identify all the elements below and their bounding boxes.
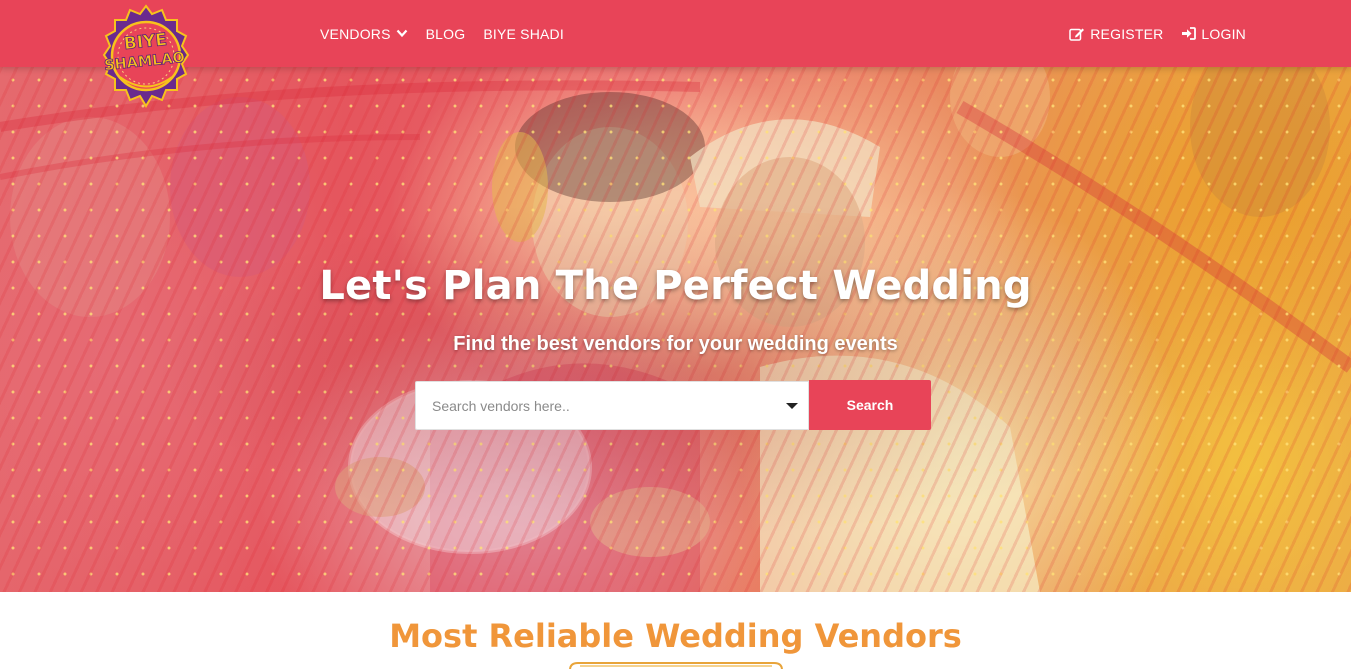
- nav-vendors-dropdown[interactable]: VENDORS: [320, 26, 408, 42]
- chevron-down-icon: [396, 29, 407, 38]
- logo-graphic: BIYE SHAMLAO: [102, 4, 190, 108]
- register-label: REGISTER: [1090, 25, 1164, 42]
- login-label: LOGIN: [1201, 25, 1246, 42]
- register-link[interactable]: REGISTER: [1069, 26, 1163, 42]
- top-navbar: VENDORS BLOG BIYE SHADI REGISTER LOGIN: [0, 0, 1351, 67]
- nav-biye-shadi-label: BIYE SHADI: [483, 25, 564, 42]
- section-title: Most Reliable Wedding Vendors: [389, 617, 962, 655]
- login-link[interactable]: LOGIN: [1181, 26, 1246, 42]
- nav-vendors-label: VENDORS: [320, 25, 391, 42]
- hero-banner: Let's Plan The Perfect Wedding Find the …: [0, 67, 1351, 592]
- nav-blog-link[interactable]: BLOG: [426, 26, 466, 42]
- nav-blog-label: BLOG: [425, 25, 466, 42]
- hero-title: Let's Plan The Perfect Wedding: [319, 263, 1032, 309]
- caret-down-icon[interactable]: [786, 403, 798, 409]
- hero-title-shade: [0, 67, 1351, 592]
- vendor-search-select[interactable]: [415, 381, 809, 430]
- hero-subtitle: Find the best vendors for your wedding e…: [453, 333, 898, 355]
- nav-biye-shadi-link[interactable]: BIYE SHADI: [483, 26, 564, 42]
- edit-icon: [1069, 28, 1085, 41]
- title-ornament: [569, 662, 783, 669]
- account-nav: REGISTER LOGIN: [1069, 0, 1246, 67]
- site-logo[interactable]: BIYE SHAMLAO: [100, 4, 192, 110]
- vendor-search-input[interactable]: [432, 397, 772, 414]
- sign-in-icon: [1182, 27, 1197, 40]
- search-button[interactable]: Search: [809, 380, 931, 430]
- main-nav: VENDORS BLOG BIYE SHADI: [320, 0, 564, 67]
